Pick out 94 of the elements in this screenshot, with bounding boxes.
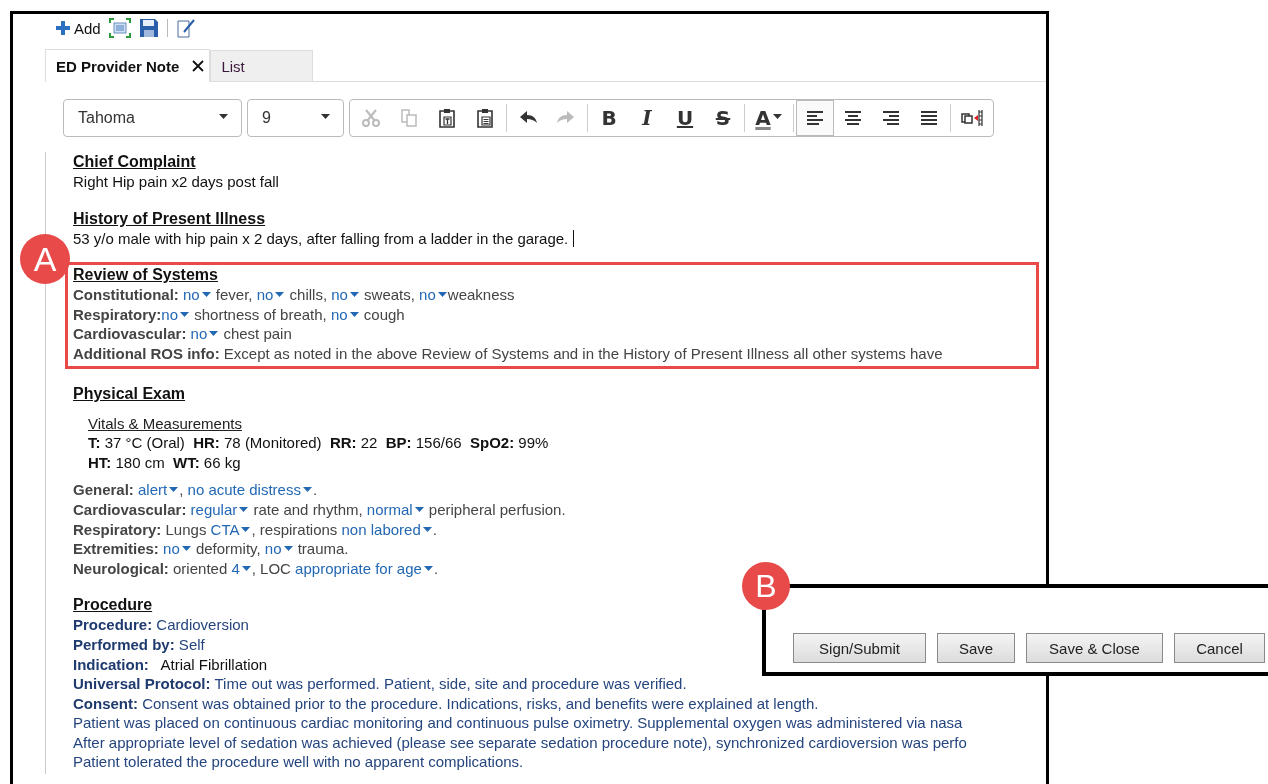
- font-color-button[interactable]: A: [747, 100, 791, 136]
- table-columns-icon: [961, 108, 983, 128]
- strikethrough-button[interactable]: S: [704, 100, 742, 136]
- caret-icon: [302, 487, 312, 493]
- note-line: Indication: Atrial Fibrillation: [73, 654, 268, 675]
- caret-icon: [772, 114, 782, 119]
- align-left-icon: [805, 108, 825, 128]
- save-icon[interactable]: [138, 18, 159, 38]
- caret-icon: [201, 292, 211, 298]
- dropdown-value[interactable]: non labored: [341, 520, 433, 538]
- caret-icon: [349, 311, 359, 317]
- note-line: Cardiovascular: no chest pain: [73, 324, 292, 344]
- caret-icon: [275, 292, 285, 298]
- tab[interactable]: List: [210, 50, 314, 81]
- dropdown-value[interactable]: appropriate for age: [295, 559, 434, 577]
- action-button[interactable]: Save & Close: [1026, 633, 1163, 663]
- dropdown-value[interactable]: regular: [190, 500, 250, 518]
- font-size-dropdown[interactable]: 9: [247, 99, 344, 137]
- dropdown-value[interactable]: normal: [366, 500, 425, 518]
- note-line: Neurological: oriented 4 , LOC appropriate for age .: [73, 558, 439, 579]
- fullscreen-icon[interactable]: [108, 18, 131, 38]
- dropdown-value[interactable]: no: [419, 286, 448, 304]
- caret-icon: [414, 506, 424, 512]
- paste-icon: [437, 108, 457, 128]
- caret-icon: [422, 526, 432, 532]
- plus-icon: [55, 20, 71, 36]
- tab[interactable]: ED Provider Note: [45, 49, 211, 82]
- underline-button[interactable]: U: [666, 100, 704, 136]
- note-line: Extremities: no deformity, no trauma.: [73, 539, 349, 559]
- add-button[interactable]: Add: [55, 19, 101, 37]
- dropdown-value[interactable]: no acute distress: [187, 481, 313, 499]
- dropdown-value[interactable]: no: [331, 286, 360, 304]
- dropdown-value[interactable]: no: [163, 540, 192, 558]
- note-line: Patient was placed on continuous cardiac monitoring and continuous pulse oximetry. Supplemental oxygen was administered via nasa: [73, 713, 963, 733]
- caret-icon: [321, 114, 330, 119]
- copy-icon: [399, 108, 419, 128]
- subheading: Vitals & Measurements: [88, 413, 242, 434]
- dropdown-value[interactable]: no: [190, 325, 220, 343]
- caret-icon: [180, 311, 190, 317]
- caret-icon: [241, 526, 251, 532]
- note-text: 53 y/o male with hip pain x 2 days, after falling from a ladder in the garage.: [73, 228, 575, 249]
- justify-icon: [919, 108, 939, 128]
- dropdown-value[interactable]: no: [183, 286, 212, 304]
- edit-icon[interactable]: [175, 18, 196, 38]
- caret-icon: [241, 565, 251, 571]
- section-heading: Chief Complaint: [73, 152, 196, 172]
- dropdown-value[interactable]: no: [264, 540, 294, 558]
- caret-icon: [169, 487, 179, 493]
- dropdown-value[interactable]: 4: [231, 559, 252, 577]
- dropdown-value[interactable]: no: [330, 305, 360, 323]
- caret-icon: [423, 565, 433, 571]
- note-line: After appropriate level of sedation was achieved (please see separate sedation procedure note), synchronized cardioversion was perfo: [73, 732, 967, 753]
- caret-icon: [239, 506, 249, 512]
- note-line: Patient tolerated the procedure well with no apparent complications.: [73, 752, 524, 773]
- action-button[interactable]: Sign/Submit: [793, 633, 926, 663]
- dropdown-value[interactable]: no: [256, 286, 286, 304]
- align-center-icon: [843, 108, 863, 128]
- note-line: Respiratory:no shortness of breath, no cough: [73, 304, 405, 325]
- note-line: General: alert , no acute distress .: [73, 480, 318, 500]
- note-line: Performed by: Self: [73, 634, 205, 655]
- align-left-button[interactable]: [796, 100, 834, 136]
- note-line: Constitutional: no fever, no chills, no sweats, no weakness: [73, 285, 515, 305]
- caret-icon: [181, 546, 191, 552]
- section-heading: History of Present Illness: [73, 208, 266, 229]
- italic-button[interactable]: I: [628, 100, 666, 136]
- dropdown-value[interactable]: alert: [138, 481, 180, 499]
- font-dropdown[interactable]: Tahoma: [63, 99, 242, 137]
- note-line: Additional ROS info: Except as noted in the above Review of Systems and in the History of Present Illness all other systems have: [73, 343, 943, 364]
- note-line: HT: 180 cm WT: 66 kg: [88, 452, 241, 473]
- dropdown-value[interactable]: CTA: [210, 520, 252, 538]
- note-line: Consent: Consent was obtained prior to the procedure. Indications, risks, and benefits were explained at length.: [73, 693, 819, 714]
- note-line: Cardiovascular: regular rate and rhythm, normal peripheral perfusion.: [73, 499, 566, 520]
- action-button[interactable]: Save: [937, 633, 1015, 663]
- section-heading: Physical Exam: [73, 383, 186, 404]
- section-heading: Review of Systems: [73, 265, 218, 286]
- callout-badge: A: [20, 234, 70, 285]
- close-icon[interactable]: [191, 59, 206, 73]
- align-right-icon: [881, 108, 901, 128]
- note-text: Right Hip pain x2 days post fall: [73, 172, 279, 192]
- bold-button[interactable]: B: [590, 100, 628, 136]
- caret-icon: [349, 292, 359, 298]
- scissors-icon: [361, 108, 381, 128]
- dropdown-value[interactable]: no: [161, 305, 191, 323]
- note-line: Respiratory: Lungs CTA , respirations non labored .: [73, 519, 437, 540]
- note-line: Procedure: Cardioversion: [73, 615, 249, 635]
- note-line: Universal Protocol: Time out was performed. Patient, side, site and procedure was verified.: [73, 674, 687, 694]
- note-line: T: 37 °C (Oral) HR: 78 (Monitored) RR: 22 BP: 156/66 SpO2: 99%: [88, 433, 549, 453]
- section-heading: Procedure: [73, 595, 153, 616]
- action-button[interactable]: Cancel: [1174, 633, 1265, 663]
- caret-icon: [209, 331, 219, 337]
- paste-icon: [475, 108, 495, 128]
- caret-icon: [283, 546, 293, 552]
- caret-icon: [219, 114, 228, 119]
- caret-icon: [437, 292, 447, 298]
